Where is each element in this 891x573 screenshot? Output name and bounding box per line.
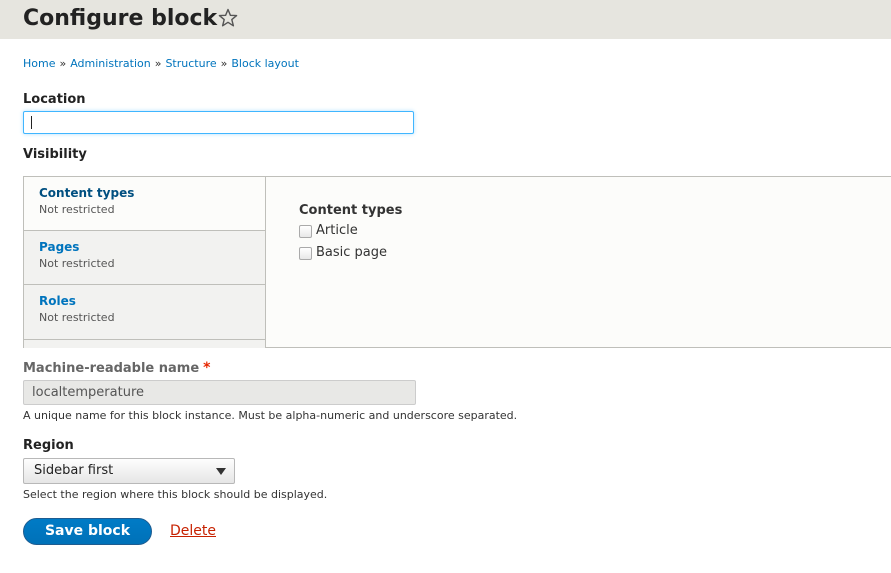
star-outline-icon[interactable] [218, 8, 238, 28]
tab-summary: Not restricted [39, 257, 115, 270]
tab-summary: Not restricted [39, 311, 115, 324]
checkbox[interactable] [299, 247, 312, 260]
visibility-vertical-tabs: Content types Not restricted Pages Not r… [23, 176, 891, 348]
breadcrumb-administration[interactable]: Administration [70, 57, 151, 70]
tab-roles[interactable]: Roles Not restricted [24, 285, 265, 340]
machine-name-description: A unique name for this block instance. M… [23, 409, 518, 422]
required-marker: * [203, 360, 211, 376]
tab-summary: Not restricted [39, 203, 115, 216]
breadcrumb-block-layout[interactable]: Block layout [231, 57, 299, 70]
visibility-label: Visibility [23, 147, 87, 162]
region-select[interactable]: Sidebar first [23, 458, 235, 484]
checkbox[interactable] [299, 225, 312, 238]
tab-title: Pages [39, 240, 80, 254]
breadcrumb-structure[interactable]: Structure [165, 57, 216, 70]
location-label: Location [23, 92, 86, 107]
page-header: Configure block [0, 0, 891, 39]
location-input[interactable] [23, 111, 414, 134]
machine-name-field: localtemperature [23, 380, 416, 405]
breadcrumb-home[interactable]: Home [23, 57, 55, 70]
machine-name-label-text: Machine-readable name [23, 361, 200, 376]
tab-content-types[interactable]: Content types Not restricted [24, 177, 265, 230]
region-selected-value: Sidebar first [34, 463, 114, 478]
text-caret [31, 116, 32, 129]
save-block-button[interactable]: Save block [23, 518, 152, 545]
breadcrumb-separator: » [220, 57, 228, 70]
tab-title: Content types [39, 186, 135, 200]
tab-title: Roles [39, 294, 76, 308]
checkbox-label: Article [316, 223, 358, 238]
machine-name-label: Machine-readable name * [23, 360, 211, 376]
breadcrumb-separator: » [154, 57, 162, 70]
breadcrumb: Home» Administration» Structure» Block layo… [23, 57, 299, 70]
breadcrumb-separator: » [59, 57, 67, 70]
vertical-tabs-menu: Content types Not restricted Pages Not r… [24, 177, 266, 348]
tab-pages[interactable]: Pages Not restricted [24, 230, 265, 285]
chevron-down-icon [216, 468, 226, 475]
pane-title: Content types [299, 203, 403, 218]
checkbox-label: Basic page [316, 245, 388, 260]
region-description: Select the region where this block shoul… [23, 488, 328, 501]
region-label: Region [23, 438, 74, 453]
delete-link[interactable]: Delete [170, 523, 216, 539]
tab-partial[interactable] [24, 340, 265, 348]
page-title: Configure block [23, 6, 218, 31]
